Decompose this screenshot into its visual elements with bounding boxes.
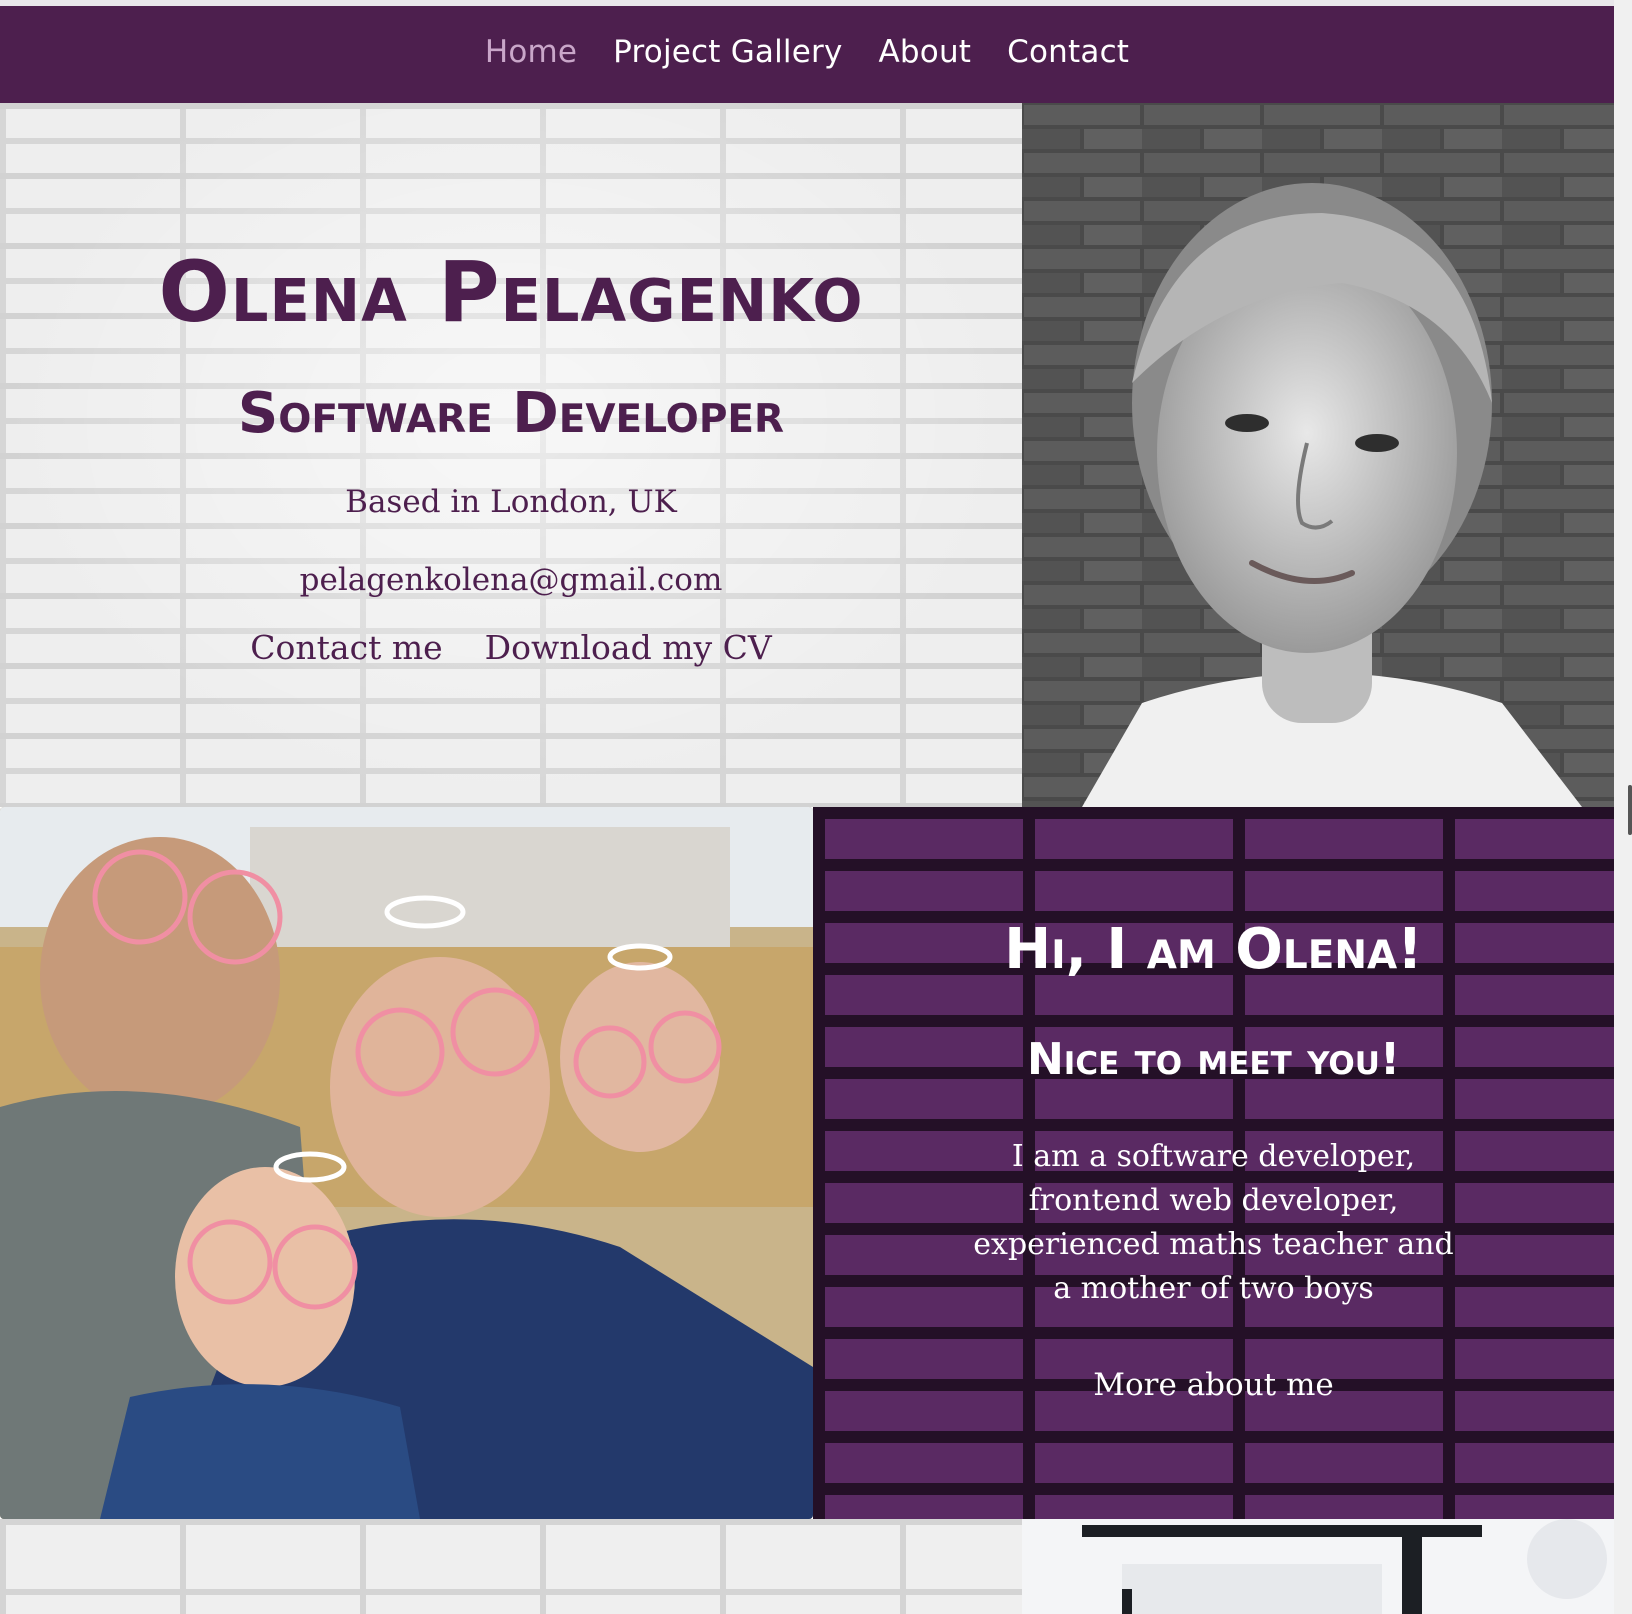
intro-bio: I am a software developer, frontend web …: [973, 1139, 1454, 1306]
desk-illustration: [1022, 1519, 1614, 1614]
scrollbar-thumb[interactable]: [1628, 785, 1632, 835]
hero-role: Software Developer: [237, 381, 785, 446]
nav-about[interactable]: About: [879, 34, 972, 76]
more-about-me-link[interactable]: More about me: [1093, 1367, 1333, 1403]
nav-contact[interactable]: Contact: [1007, 34, 1129, 76]
family-photo: [0, 807, 813, 1519]
family-illustration: [0, 807, 813, 1519]
hero-content: Olena Pelagenko Software Developer Based…: [0, 243, 1022, 667]
contact-me-link[interactable]: Contact me: [250, 628, 442, 667]
hero-links: Contact me Download my CV: [0, 628, 1022, 667]
next-section-photo: [1022, 1519, 1614, 1614]
hero-location: Based in London, UK: [345, 484, 677, 520]
hero-name: Olena Pelagenko: [158, 243, 864, 341]
nav-home[interactable]: Home: [485, 34, 577, 76]
intro-section: Hi, I am Olena! Nice to meet you! I am a…: [813, 807, 1614, 1519]
intro-greeting: Hi, I am Olena!: [1004, 917, 1423, 982]
next-section-brick: [0, 1519, 1022, 1614]
intro-content: Hi, I am Olena! Nice to meet you! I am a…: [813, 917, 1614, 1403]
portrait-photo: [1022, 103, 1614, 807]
nav-project-gallery[interactable]: Project Gallery: [613, 34, 842, 76]
main-nav: Home Project Gallery About Contact: [0, 6, 1614, 103]
hero-email: pelagenkolena@gmail.com: [299, 562, 723, 598]
portrait-illustration: [1022, 103, 1614, 807]
intro-subtitle: Nice to meet you!: [1026, 1034, 1401, 1085]
download-cv-link[interactable]: Download my CV: [485, 628, 772, 667]
hero-section: Olena Pelagenko Software Developer Based…: [0, 103, 1022, 807]
